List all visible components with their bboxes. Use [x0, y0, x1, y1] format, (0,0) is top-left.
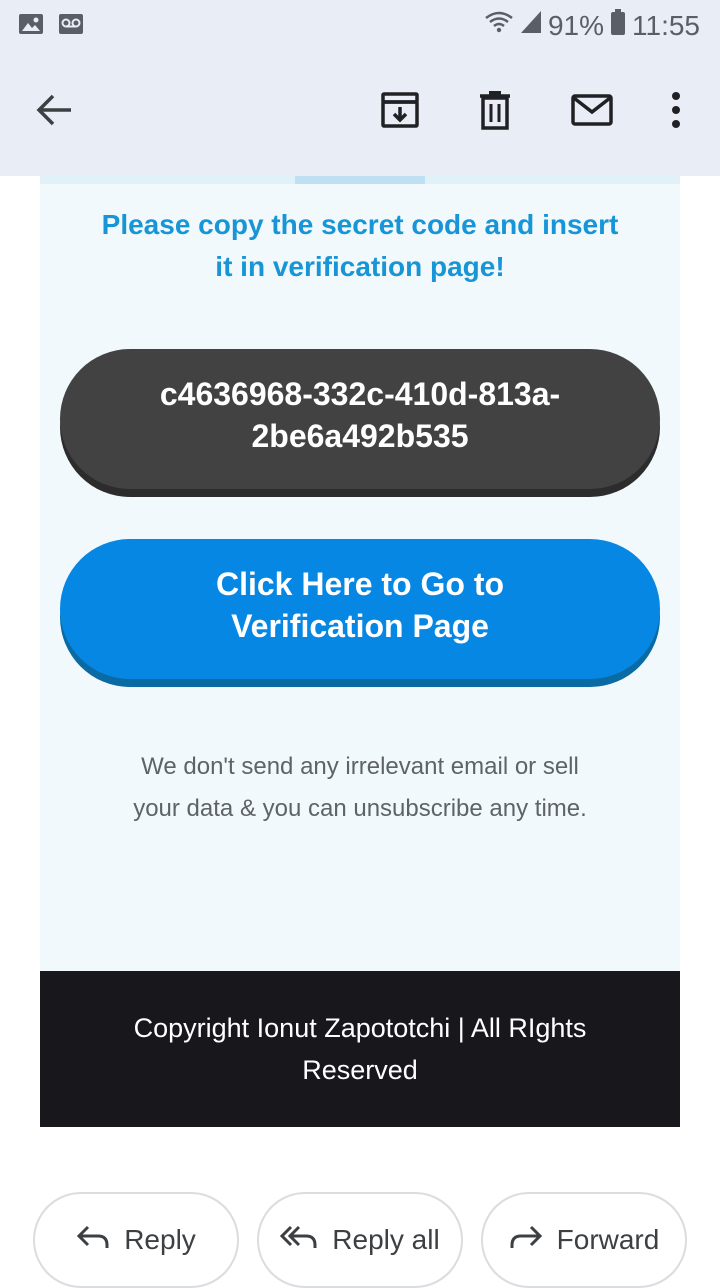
- back-button[interactable]: [25, 82, 85, 142]
- voicemail-notification-icon: [58, 12, 84, 36]
- reply-button[interactable]: Reply: [33, 1192, 239, 1288]
- image-notification-icon: [18, 12, 44, 36]
- divider-accent: [295, 176, 425, 184]
- mark-unread-icon: [571, 93, 613, 131]
- forward-icon: [509, 1223, 543, 1258]
- mark-unread-button[interactable]: [562, 82, 622, 142]
- back-arrow-icon: [35, 92, 75, 133]
- battery-icon: [610, 8, 626, 43]
- secret-code-box: c4636968-332c-410d-813a-2be6a492b535: [60, 349, 660, 489]
- status-bar: 91% 11:55: [0, 0, 720, 52]
- more-vert-icon: [670, 91, 682, 133]
- archive-button[interactable]: [370, 82, 430, 142]
- app-bar: [0, 52, 720, 176]
- reply-all-label: Reply all: [332, 1224, 440, 1255]
- email-footer: Copyright Ionut Zapototchi | All RIghts …: [40, 971, 680, 1127]
- forward-label: Forward: [556, 1224, 660, 1255]
- clock-time: 11:55: [632, 9, 700, 41]
- reply-all-icon: [280, 1223, 318, 1258]
- signal-icon: [520, 9, 542, 42]
- email-body: Please copy the secret code and insert i…: [40, 176, 680, 971]
- more-options-button[interactable]: [646, 82, 706, 142]
- copyright-text: Copyright Ionut Zapototchi | All RIghts …: [133, 1013, 587, 1085]
- wifi-icon: [484, 9, 514, 42]
- privacy-note: We don't send any irrelevant email or se…: [133, 753, 587, 822]
- reply-label: Reply: [124, 1224, 196, 1255]
- battery-percent: 91%: [547, 9, 604, 41]
- reply-all-button[interactable]: Reply all: [257, 1192, 463, 1288]
- reply-icon: [76, 1223, 110, 1258]
- delete-button[interactable]: [465, 82, 525, 142]
- delete-icon: [478, 90, 512, 135]
- archive-icon: [380, 90, 420, 135]
- verification-link-button[interactable]: Click Here to Go to Verification Page: [60, 539, 660, 679]
- email-headline: Please copy the secret code and insert i…: [101, 209, 619, 282]
- forward-button[interactable]: Forward: [481, 1192, 687, 1288]
